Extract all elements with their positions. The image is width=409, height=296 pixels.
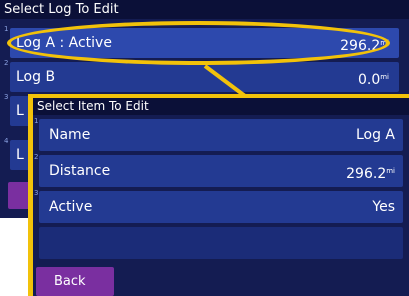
log-name: L [16,103,24,119]
distance-unit: mi [386,167,395,175]
item-value: Log A [355,127,395,143]
screen-title: Select Item To Edit [33,98,409,115]
distance-unit: mi [380,73,389,81]
log-name: Log B [16,69,56,85]
log-name: Log A : Active [16,35,112,51]
log-distance: 0.0mi [357,72,389,88]
row-index: 1 [34,117,39,125]
row-index: 2 [4,59,9,67]
select-item-screen: Select Item To Edit 1 Name Log A 2 Dista… [33,98,409,296]
item-label: Distance [49,163,111,179]
row-index: 2 [34,153,39,161]
row-index: 4 [4,137,9,145]
row-index: 3 [34,189,39,197]
log-row-b[interactable]: 2 Log B 0.0mi [4,59,399,92]
log-distance: 296.2mi [340,38,389,54]
item-row-active[interactable]: 3 Active Yes [34,189,403,223]
row-index: 3 [4,93,9,101]
log-row-a[interactable]: 1 Log A : Active 296.2mi [4,25,399,58]
item-row-name[interactable]: 1 Name Log A [34,117,403,151]
item-label: Active [49,199,93,215]
item-value: Yes [372,199,395,215]
back-button[interactable]: Back [36,267,114,296]
item-value: 296.2mi [346,166,395,182]
row-index: 1 [4,25,9,33]
item-row-distance[interactable]: 2 Distance 296.2mi [34,153,403,187]
item-label: Name [49,127,91,143]
distance-unit: mi [380,39,389,47]
empty-row [39,227,403,259]
log-name: L [16,147,24,163]
screen-title: Select Log To Edit [0,0,409,19]
